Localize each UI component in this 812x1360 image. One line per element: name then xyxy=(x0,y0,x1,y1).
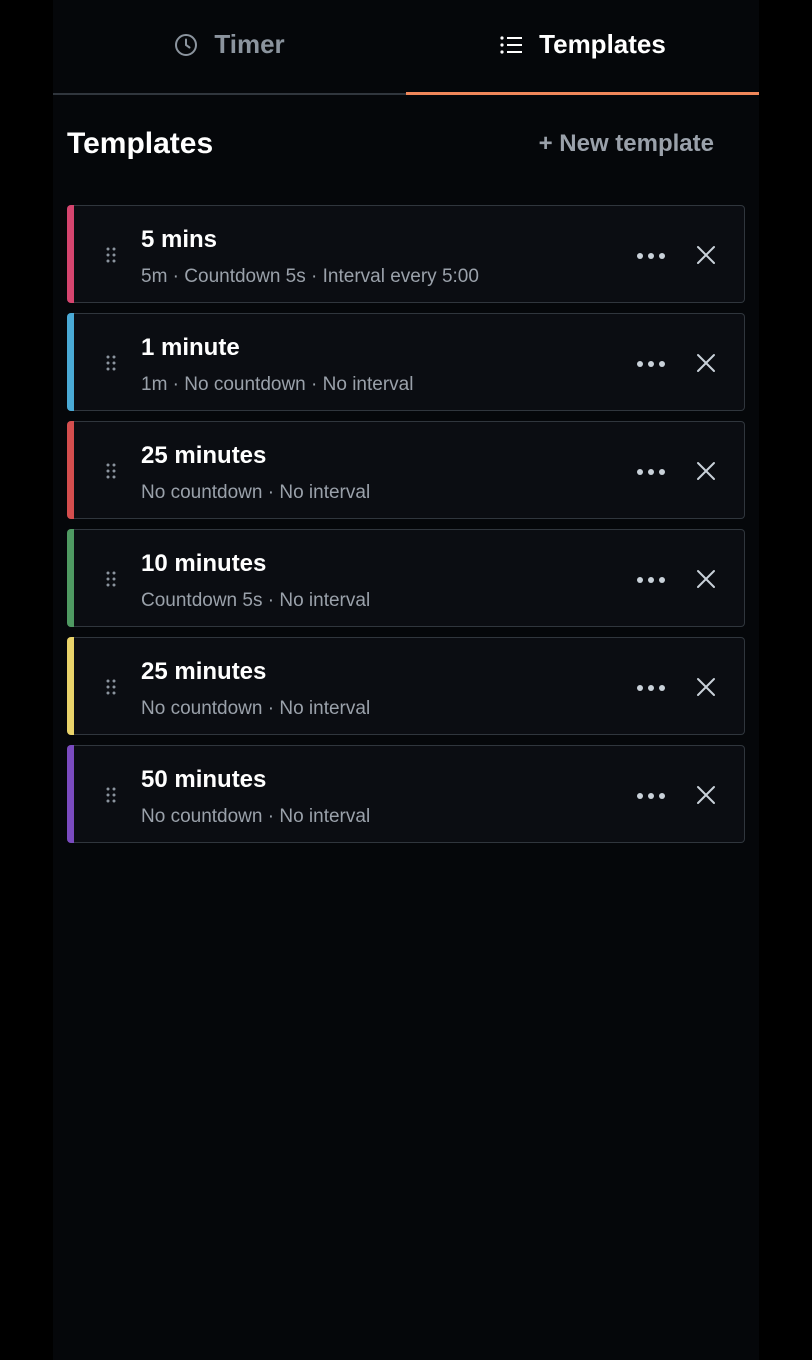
more-options-icon[interactable] xyxy=(635,676,667,700)
delete-template-icon[interactable] xyxy=(695,352,717,374)
template-details: No countdown · No interval xyxy=(141,482,371,503)
template-color-bar xyxy=(67,313,74,411)
template-details: 5m · Countdown 5s · Interval every 5:00 xyxy=(141,266,479,287)
template-list: 5 mins 5m · Countdown 5s · Interval ever… xyxy=(67,205,745,853)
template-card[interactable]: 25 minutes No countdown · No interval xyxy=(67,637,745,735)
template-title: 25 minutes xyxy=(141,658,267,685)
more-options-icon[interactable] xyxy=(635,352,667,376)
app-window: Timer Templates Templates + New template xyxy=(53,0,759,1360)
page-title: Templates xyxy=(67,127,214,160)
drag-handle-icon[interactable] xyxy=(105,354,117,372)
template-color-bar xyxy=(67,529,74,627)
more-options-icon[interactable] xyxy=(635,568,667,592)
delete-template-icon[interactable] xyxy=(695,460,717,482)
clock-icon xyxy=(174,33,198,57)
tab-templates-label: Templates xyxy=(539,29,666,59)
drag-handle-icon[interactable] xyxy=(105,246,117,264)
template-title: 1 minute xyxy=(141,334,240,361)
template-color-bar xyxy=(67,421,74,519)
more-options-icon[interactable] xyxy=(635,784,667,808)
tab-bar: Timer Templates xyxy=(53,0,759,95)
template-details: 1m · No countdown · No interval xyxy=(141,374,414,395)
template-card[interactable]: 1 minute 1m · No countdown · No interval xyxy=(67,313,745,411)
template-color-bar xyxy=(67,637,74,735)
template-title: 10 minutes xyxy=(141,550,267,577)
template-details: No countdown · No interval xyxy=(141,698,371,719)
template-details: No countdown · No interval xyxy=(141,806,371,827)
drag-handle-icon[interactable] xyxy=(105,462,117,480)
list-icon xyxy=(499,34,523,56)
template-card[interactable]: 50 minutes No countdown · No interval xyxy=(67,745,745,843)
delete-template-icon[interactable] xyxy=(695,244,717,266)
tab-timer-label: Timer xyxy=(214,29,285,59)
more-options-icon[interactable] xyxy=(635,460,667,484)
template-color-bar xyxy=(67,745,74,843)
tab-templates[interactable]: Templates xyxy=(406,0,759,95)
drag-handle-icon[interactable] xyxy=(105,570,117,588)
template-title: 50 minutes xyxy=(141,766,267,793)
delete-template-icon[interactable] xyxy=(695,676,717,698)
more-options-icon[interactable] xyxy=(635,244,667,268)
template-card[interactable]: 5 mins 5m · Countdown 5s · Interval ever… xyxy=(67,205,745,303)
template-card[interactable]: 25 minutes No countdown · No interval xyxy=(67,421,745,519)
delete-template-icon[interactable] xyxy=(695,784,717,806)
template-title: 25 minutes xyxy=(141,442,267,469)
new-template-button[interactable]: + New template xyxy=(539,130,714,158)
template-color-bar xyxy=(67,205,74,303)
template-title: 5 mins xyxy=(141,226,218,253)
template-details: Countdown 5s · No interval xyxy=(141,590,371,611)
drag-handle-icon[interactable] xyxy=(105,678,117,696)
templates-header: Templates + New template xyxy=(67,122,714,166)
tab-timer[interactable]: Timer xyxy=(53,0,406,93)
template-card[interactable]: 10 minutes Countdown 5s · No interval xyxy=(67,529,745,627)
delete-template-icon[interactable] xyxy=(695,568,717,590)
drag-handle-icon[interactable] xyxy=(105,786,117,804)
